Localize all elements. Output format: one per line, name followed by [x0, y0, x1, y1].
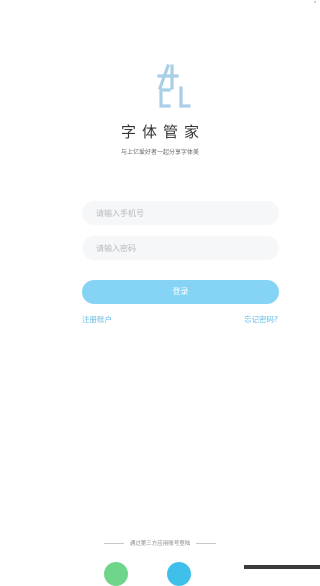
divider-line-right	[196, 542, 217, 544]
phone-input[interactable]	[82, 201, 279, 225]
qq-icon[interactable]	[167, 562, 191, 586]
status-indicator: '	[314, 0, 316, 8]
password-input[interactable]	[82, 236, 279, 260]
app-name: 字体管家	[120, 123, 205, 141]
forgot-password-link[interactable]: 忘记密码?	[244, 314, 278, 325]
wechat-icon[interactable]	[104, 562, 128, 586]
divider-line-left	[103, 542, 124, 544]
login-button[interactable]: 登录	[82, 280, 279, 304]
tagline: 与上亿爱好者一起分享字体美	[120, 149, 199, 156]
third-party-login-label: 通过第三方应用账号登陆	[129, 541, 191, 547]
home-indicator-bar	[244, 565, 320, 569]
app-logo-icon	[157, 63, 191, 108]
register-link[interactable]: 注册账户	[82, 314, 112, 325]
third-party-login-divider: 通过第三方应用账号登陆	[0, 539, 320, 547]
